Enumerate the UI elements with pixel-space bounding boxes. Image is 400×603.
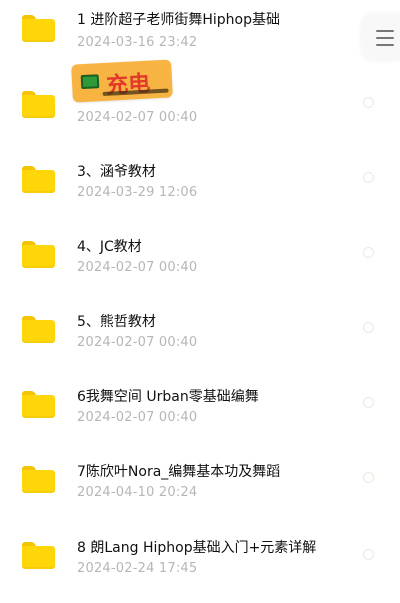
hamburger-menu-icon[interactable] — [362, 14, 400, 60]
file-row[interactable]: 2024-02-07 00:40 — [0, 75, 400, 150]
select-radio[interactable] — [363, 97, 374, 108]
folder-icon — [22, 166, 55, 193]
select-radio[interactable] — [363, 397, 374, 408]
file-row[interactable]: 6我舞空间 Urban零基础编舞 2024-02-07 00:40 — [0, 375, 400, 450]
folder-icon — [22, 91, 55, 118]
file-date: 2024-03-29 12:06 — [77, 185, 198, 200]
folder-icon — [22, 542, 55, 569]
folder-icon — [22, 15, 55, 42]
file-name: 5、熊哲教材 — [77, 314, 156, 330]
file-row[interactable]: 1 进阶超子老师街舞Hiphop基础 2024-03-16 23:42 — [0, 0, 400, 75]
file-name: 4、JC教材 — [77, 239, 142, 255]
select-radio[interactable] — [363, 549, 374, 560]
select-radio[interactable] — [363, 172, 374, 183]
select-radio[interactable] — [363, 247, 374, 258]
folder-icon — [22, 466, 55, 493]
file-date: 2024-03-16 23:42 — [77, 35, 198, 50]
battery-icon — [80, 74, 100, 90]
select-radio[interactable] — [363, 322, 374, 333]
file-row[interactable]: 5、熊哲教材 2024-02-07 00:40 — [0, 300, 400, 375]
file-row[interactable]: 8 朗Lang Hiphop基础入门+元素详解 2024-02-24 17:45 — [0, 525, 400, 600]
charging-badge: 充电 — [71, 59, 173, 103]
folder-icon — [22, 316, 55, 343]
file-name: 6我舞空间 Urban零基础编舞 — [77, 389, 259, 405]
file-date: 2024-02-24 17:45 — [77, 561, 198, 576]
file-date: 2024-02-07 00:40 — [77, 335, 198, 350]
file-date: 2024-02-07 00:40 — [77, 110, 198, 125]
folder-icon — [22, 241, 55, 268]
file-date: 2024-02-07 00:40 — [77, 260, 198, 275]
file-name: 3、涵爷教材 — [77, 164, 156, 180]
file-row[interactable]: 7陈欣叶Nora_编舞基本功及舞蹈 2024-04-10 20:24 — [0, 450, 400, 525]
folder-icon — [22, 391, 55, 418]
file-name: 1 进阶超子老师街舞Hiphop基础 — [77, 12, 280, 28]
file-name: 8 朗Lang Hiphop基础入门+元素详解 — [77, 540, 317, 556]
file-list: 1 进阶超子老师街舞Hiphop基础 2024-03-16 23:42 2024… — [0, 0, 400, 603]
file-row[interactable]: 3、涵爷教材 2024-03-29 12:06 — [0, 150, 400, 225]
file-row[interactable]: 4、JC教材 2024-02-07 00:40 — [0, 225, 400, 300]
file-date: 2024-04-10 20:24 — [77, 485, 198, 500]
file-name: 7陈欣叶Nora_编舞基本功及舞蹈 — [77, 464, 281, 480]
select-radio[interactable] — [363, 472, 374, 483]
file-date: 2024-02-07 00:40 — [77, 410, 198, 425]
